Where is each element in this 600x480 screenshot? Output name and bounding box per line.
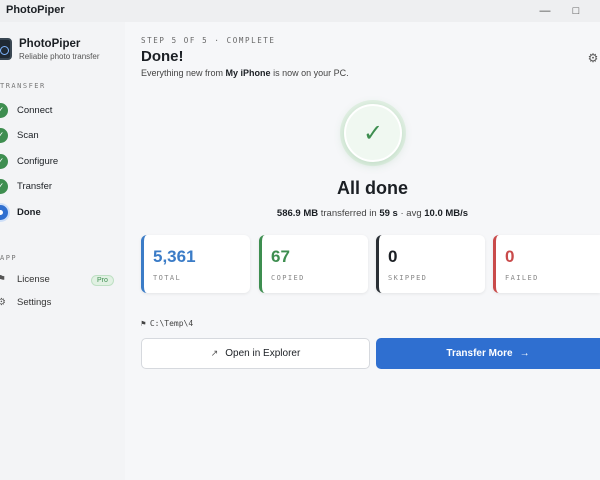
app-logo-icon: [0, 38, 12, 60]
sidebar-item-configure[interactable]: ✓ Configure: [0, 151, 125, 173]
transfer-more-button[interactable]: Transfer More →: [376, 338, 600, 369]
stat-card-skipped: 0 SKIPPED: [376, 235, 485, 293]
brand-name: PhotoPiper: [19, 38, 81, 50]
maximize-button[interactable]: □: [566, 2, 586, 20]
brand: PhotoPiper Reliable photo transfer: [0, 36, 125, 64]
destination-path: ⚑ C:\Temp\4: [141, 319, 194, 328]
sidebar-item-label: Transfer: [17, 181, 53, 192]
stat-value: 0: [388, 247, 398, 266]
settings-gear-button[interactable]: ⚙: [585, 50, 600, 66]
check-icon: ✓: [0, 128, 8, 143]
device-name: My iPhone: [225, 68, 271, 78]
success-check-icon: ✓: [344, 104, 402, 162]
stat-value: 0: [505, 247, 515, 266]
page-title: Done!: [141, 48, 184, 65]
brand-tagline: Reliable photo transfer: [19, 52, 100, 61]
window-title: PhotoPiper: [6, 4, 65, 16]
title-bar: PhotoPiper — □: [0, 0, 600, 22]
stat-card-copied: 67 COPIED: [259, 235, 368, 293]
arrow-right-icon: →: [519, 348, 530, 359]
stat-card-failed: 0 FAILED: [493, 235, 600, 293]
sidebar-item-transfer[interactable]: ✓ Transfer: [0, 176, 125, 198]
sidebar-item-label: Done: [17, 207, 41, 218]
stat-caption: FAILED: [505, 274, 539, 282]
sidebar-item-label: License: [17, 274, 50, 285]
app-section-label: APP: [0, 254, 18, 262]
external-link-icon: ↗: [210, 348, 219, 358]
stat-card-total: 5,361 TOTAL: [141, 235, 250, 293]
main-panel: STEP 5 OF 5 · COMPLETE Done! Everything …: [125, 22, 600, 480]
stat-value: 67: [271, 247, 290, 266]
sidebar-item-label: Configure: [17, 156, 59, 167]
stat-caption: TOTAL: [153, 274, 182, 282]
open-explorer-button[interactable]: ↗ Open in Explorer: [141, 338, 370, 369]
check-icon: ✓: [0, 103, 8, 118]
sidebar-item-scan[interactable]: ✓ Scan: [0, 125, 125, 147]
sidebar-item-license[interactable]: ⚑ License Pro: [0, 270, 125, 290]
current-step-icon: [0, 205, 8, 220]
step-indicator: STEP 5 OF 5 · COMPLETE: [141, 36, 276, 45]
sidebar: PhotoPiper Reliable photo transfer TRANS…: [0, 22, 125, 480]
check-icon: ✓: [0, 179, 8, 194]
minimize-button[interactable]: —: [535, 2, 555, 20]
key-icon: ⚑: [0, 274, 6, 285]
stat-caption: SKIPPED: [388, 274, 428, 282]
open-explorer-label: Open in Explorer: [225, 348, 301, 359]
check-icon: ✓: [0, 154, 8, 169]
stat-value: 5,361: [153, 247, 196, 266]
transfer-more-label: Transfer More: [446, 348, 513, 359]
folder-icon: ⚑: [141, 319, 146, 328]
gear-icon: ⚙: [0, 297, 6, 308]
sidebar-item-label: Settings: [17, 297, 52, 308]
sidebar-item-connect[interactable]: ✓ Connect: [0, 100, 125, 122]
sidebar-item-done[interactable]: Done: [0, 202, 125, 224]
transfer-summary: 586.9 MB transferred in 59 s · avg 10.0 …: [276, 208, 469, 219]
stat-caption: COPIED: [271, 274, 305, 282]
page-subtitle: Everything new from My iPhone is now on …: [141, 68, 349, 78]
completion-heading: All done: [337, 178, 408, 198]
sidebar-item-label: Connect: [17, 105, 53, 116]
transfer-section-label: TRANSFER: [0, 82, 46, 90]
sidebar-item-settings[interactable]: ⚙ Settings: [0, 293, 125, 313]
sidebar-item-label: Scan: [17, 130, 39, 141]
pro-badge: Pro: [91, 275, 114, 286]
